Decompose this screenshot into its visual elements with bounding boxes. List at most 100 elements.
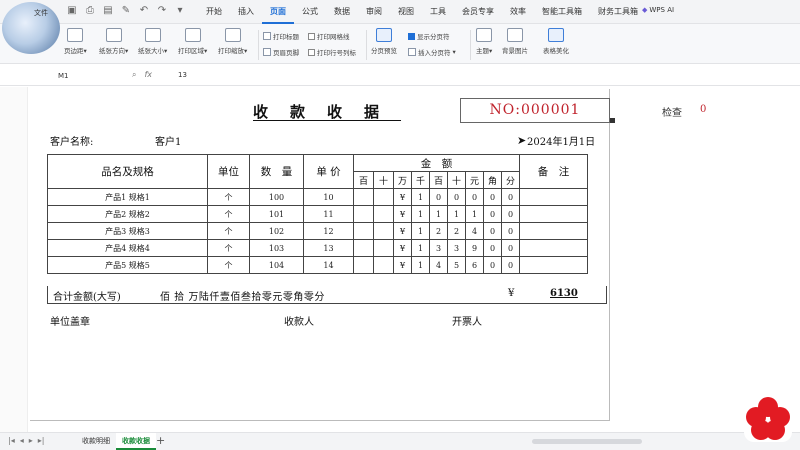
formula-input[interactable]: 13 bbox=[178, 71, 187, 79]
header-footer-button[interactable]: 页眉页脚 bbox=[263, 47, 299, 57]
cell-digit[interactable]: 9 bbox=[465, 239, 484, 257]
next-sheet-icon[interactable]: ▸ bbox=[29, 436, 33, 445]
cell-unit[interactable]: 个 bbox=[207, 256, 250, 274]
first-sheet-icon[interactable]: |◂ bbox=[8, 436, 15, 445]
cell-note[interactable] bbox=[519, 256, 588, 274]
cell-digit[interactable]: 0 bbox=[501, 239, 520, 257]
fx-icon[interactable]: fx bbox=[144, 70, 152, 80]
horizontal-scrollbar[interactable] bbox=[532, 439, 642, 444]
cell-digit[interactable]: 2 bbox=[447, 222, 466, 240]
total-in-words[interactable]: 佰 拾 万陆仟壹佰叁拾零元零角零分 bbox=[160, 288, 325, 303]
zoom-icon[interactable]: ⌕ bbox=[132, 70, 136, 80]
cell-digit[interactable]: 0 bbox=[501, 205, 520, 223]
cell-digit[interactable] bbox=[353, 256, 374, 274]
cell-qty[interactable]: 102 bbox=[249, 222, 304, 240]
cell-digit[interactable] bbox=[353, 239, 374, 257]
cell-note[interactable] bbox=[519, 222, 588, 240]
cell-digit[interactable]: 2 bbox=[429, 222, 448, 240]
cell-digit[interactable] bbox=[353, 222, 374, 240]
cell-digit[interactable] bbox=[373, 222, 394, 240]
flower-logo-icon[interactable] bbox=[744, 396, 792, 442]
page-break-preview-button[interactable]: 分页预览 bbox=[371, 28, 397, 55]
cell-digit[interactable]: ¥ bbox=[393, 256, 412, 274]
show-page-breaks-checkbox[interactable]: 显示分页符 bbox=[408, 31, 450, 41]
sheet-tab-receipt[interactable]: 收款收据 bbox=[116, 433, 156, 450]
format-painter-icon[interactable]: ✎ bbox=[120, 5, 132, 17]
cell-note[interactable] bbox=[519, 205, 588, 223]
cell-price[interactable]: 14 bbox=[303, 256, 354, 274]
theme-button[interactable]: 主题▾ bbox=[476, 28, 492, 55]
receipt-date[interactable]: 2024年1月1日 bbox=[527, 133, 595, 148]
menu-tab[interactable]: 财务工具箱 bbox=[590, 0, 646, 24]
cell-digit[interactable]: ¥ bbox=[393, 239, 412, 257]
menu-tab[interactable]: 插入 bbox=[230, 0, 262, 24]
cell-digit[interactable]: 1 bbox=[411, 205, 430, 223]
print-area-button[interactable]: 打印区域▾ bbox=[178, 28, 207, 55]
menu-tab[interactable]: 会员专享 bbox=[454, 0, 502, 24]
cell-digit[interactable]: ¥ bbox=[393, 188, 412, 206]
cell-qty[interactable]: 101 bbox=[249, 205, 304, 223]
save-icon[interactable]: ▣ bbox=[66, 5, 78, 17]
cell-digit[interactable]: 0 bbox=[483, 188, 502, 206]
menu-tab[interactable]: 智能工具箱 bbox=[534, 0, 590, 24]
cell-digit[interactable]: ¥ bbox=[393, 222, 412, 240]
cell-digit[interactable]: 0 bbox=[483, 222, 502, 240]
cell-item-name[interactable]: 产品1 规格1 bbox=[47, 188, 208, 206]
preview-icon[interactable]: ▤ bbox=[102, 5, 114, 17]
prev-sheet-icon[interactable]: ◂ bbox=[20, 436, 24, 445]
file-menu[interactable]: 文件 bbox=[34, 8, 48, 18]
cell-digit[interactable]: 4 bbox=[465, 222, 484, 240]
cell-digit[interactable]: 5 bbox=[447, 256, 466, 274]
cell-digit[interactable]: 0 bbox=[465, 188, 484, 206]
cell-digit[interactable]: 0 bbox=[429, 188, 448, 206]
cell-digit[interactable] bbox=[373, 188, 394, 206]
cell-item-name[interactable]: 产品2 规格2 bbox=[47, 205, 208, 223]
cell-digit[interactable]: 6 bbox=[465, 256, 484, 274]
name-box[interactable]: M1 bbox=[52, 70, 124, 83]
wps-ai-button[interactable]: WPS AI bbox=[642, 6, 674, 14]
menu-tab[interactable]: 开始 bbox=[198, 0, 230, 24]
cell-item-name[interactable]: 产品5 规格5 bbox=[47, 256, 208, 274]
redo-icon[interactable]: ↷ bbox=[156, 5, 168, 17]
cell-digit[interactable]: 0 bbox=[501, 256, 520, 274]
cell-digit[interactable]: 1 bbox=[411, 239, 430, 257]
cell-digit[interactable]: 1 bbox=[411, 222, 430, 240]
cell-qty[interactable]: 104 bbox=[249, 256, 304, 274]
menu-tab[interactable]: 页面 bbox=[262, 0, 294, 24]
cell-item-name[interactable]: 产品3 规格3 bbox=[47, 222, 208, 240]
cell-digit[interactable]: 3 bbox=[429, 239, 448, 257]
insert-page-break-button[interactable]: 插入分页符 ▾ bbox=[408, 47, 456, 57]
add-sheet-icon[interactable]: + bbox=[156, 434, 165, 447]
menu-tab[interactable]: 视图 bbox=[390, 0, 422, 24]
cell-note[interactable] bbox=[519, 188, 588, 206]
cell-unit[interactable]: 个 bbox=[207, 205, 250, 223]
cell-digit[interactable]: 0 bbox=[483, 205, 502, 223]
sheet-tab-receipt-details[interactable]: 收款明细 bbox=[76, 433, 116, 450]
cell-digit[interactable]: 1 bbox=[429, 205, 448, 223]
receipt-number-cell[interactable]: NO:000001 bbox=[460, 98, 610, 123]
margins-button[interactable]: 页边距▾ bbox=[64, 28, 87, 55]
menu-tab[interactable]: 工具 bbox=[422, 0, 454, 24]
cell-digit[interactable] bbox=[373, 239, 394, 257]
cell-digit[interactable]: 1 bbox=[465, 205, 484, 223]
undo-icon[interactable]: ↶ bbox=[138, 5, 150, 17]
print-headings-checkbox[interactable]: 打印行号列标 bbox=[308, 47, 356, 57]
background-image-button[interactable]: 背景图片 bbox=[502, 28, 528, 55]
cell-digit[interactable] bbox=[353, 205, 374, 223]
cell-digit[interactable] bbox=[353, 188, 374, 206]
cell-digit[interactable]: ¥ bbox=[393, 205, 412, 223]
cell-digit[interactable]: 0 bbox=[483, 239, 502, 257]
customer-value[interactable]: 客户1 bbox=[155, 133, 181, 148]
cell-price[interactable]: 11 bbox=[303, 205, 354, 223]
print-scale-button[interactable]: 打印缩放▾ bbox=[218, 28, 247, 55]
cell-digit[interactable]: 0 bbox=[447, 188, 466, 206]
cell-digit[interactable]: 4 bbox=[429, 256, 448, 274]
paper-size-button[interactable]: 纸张大小▾ bbox=[138, 28, 167, 55]
cell-price[interactable]: 12 bbox=[303, 222, 354, 240]
cell-digit[interactable]: 1 bbox=[411, 256, 430, 274]
menu-tab[interactable]: 公式 bbox=[294, 0, 326, 24]
cell-price[interactable]: 10 bbox=[303, 188, 354, 206]
print-gridlines-checkbox[interactable]: 打印网格线 bbox=[308, 31, 350, 41]
cell-digit[interactable] bbox=[373, 205, 394, 223]
fill-handle[interactable] bbox=[610, 118, 615, 123]
